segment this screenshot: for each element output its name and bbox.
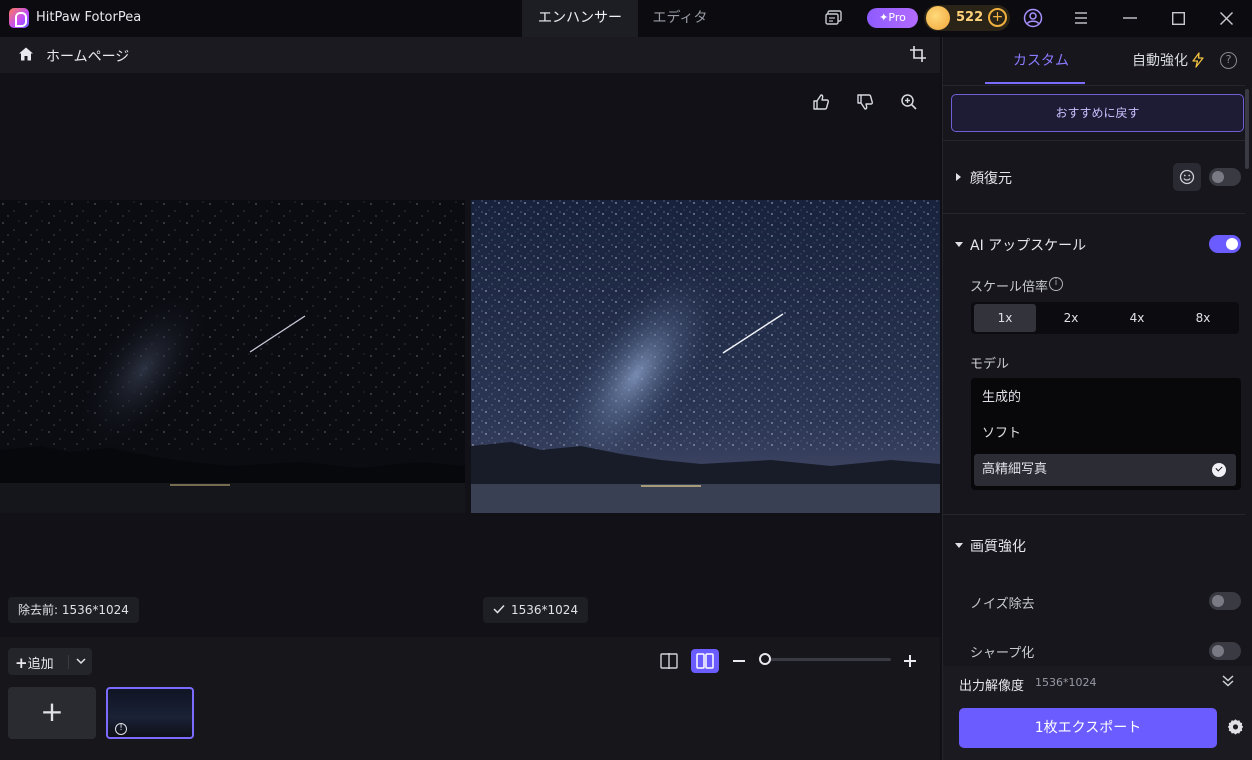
sharpen-toggle[interactable] — [1209, 642, 1241, 660]
scale-label: スケール倍率 — [970, 280, 1049, 295]
collapse-caret-icon[interactable] — [955, 242, 963, 247]
add-coins-icon[interactable]: + — [988, 8, 1007, 27]
model-option-soft[interactable]: ソフト — [974, 418, 1236, 450]
add-button-label: +追加 — [15, 653, 54, 672]
side-by-side-icon[interactable] — [691, 649, 719, 673]
tab-auto-enhance-label: 自動強化 — [1132, 53, 1188, 69]
scale-selector: 1x 2x 4x 8x — [971, 302, 1239, 334]
coin-icon — [926, 6, 950, 30]
model-option-hd-photo-label: 高精細写真 — [982, 462, 1048, 477]
export-button[interactable]: 1枚エクスポート — [959, 708, 1217, 748]
model-label: モデル — [970, 357, 1010, 372]
close-icon[interactable] — [1216, 8, 1236, 28]
menu-icon[interactable] — [1071, 8, 1091, 28]
split-view-icon[interactable] — [655, 649, 683, 673]
bottom-bar: +追加 + ! — [0, 637, 940, 760]
scale-option-8x[interactable]: 8x — [1172, 304, 1234, 332]
noise-label: ノイズ除去 — [970, 597, 1035, 612]
ai-upscale-title[interactable]: AI アップスケール — [970, 235, 1086, 255]
tab-auto-enhance[interactable]: 自動強化 — [1132, 37, 1205, 85]
zoom-slider-track[interactable] — [765, 658, 891, 661]
section-divider — [943, 514, 1245, 515]
section-divider — [943, 140, 1245, 141]
help-icon[interactable]: ? — [1220, 52, 1237, 69]
check-icon — [1212, 463, 1226, 477]
after-image — [471, 200, 940, 513]
maximize-icon[interactable] — [1168, 8, 1188, 28]
preview-canvas: 除去前: 1536*1024 1536*1024 — [0, 73, 940, 637]
lightning-icon — [1192, 52, 1204, 68]
scale-option-2x[interactable]: 2x — [1040, 304, 1102, 332]
warning-icon: ! — [115, 723, 127, 735]
add-separator — [68, 655, 69, 669]
zoom-in-icon[interactable] — [900, 93, 920, 113]
tab-divider — [943, 85, 1245, 86]
ai-upscale-toggle[interactable] — [1209, 235, 1241, 253]
scale-option-1x[interactable]: 1x — [974, 304, 1036, 332]
home-icon[interactable] — [18, 46, 34, 66]
settings-icon[interactable] — [1227, 718, 1244, 739]
double-chevron-icon[interactable] — [1221, 674, 1235, 692]
nav-toolbar: ホームページ — [0, 37, 940, 73]
before-image — [0, 200, 465, 513]
zoom-slider-handle[interactable] — [759, 653, 771, 665]
home-link[interactable]: ホームページ — [46, 46, 129, 66]
face-icon[interactable] — [1173, 163, 1201, 191]
settings-panel: カスタム 自動強化 ? おすすめに戻す 顔復元 AI アップスケール スケール倍… — [942, 37, 1252, 760]
add-label-text: 追加 — [27, 657, 54, 672]
zoom-in-plus-icon[interactable] — [896, 649, 924, 673]
output-resolution-label: 出力解像度 — [959, 679, 1025, 694]
feedback-icon[interactable] — [824, 8, 844, 28]
reset-recommended-button[interactable]: おすすめに戻す — [951, 94, 1244, 132]
coin-count: 522 — [956, 10, 984, 25]
output-resolution-value: 1536*1024 — [1035, 676, 1097, 689]
face-restore-toggle[interactable] — [1209, 168, 1241, 186]
thumbs-down-icon[interactable] — [856, 93, 876, 113]
plus-icon: + — [15, 654, 28, 672]
add-image-tile[interactable]: + — [8, 687, 96, 739]
info-icon[interactable]: i — [1049, 277, 1063, 291]
image-thumbnail[interactable]: ! — [106, 687, 194, 739]
minimize-icon[interactable] — [1120, 8, 1140, 28]
chevron-down-icon[interactable] — [72, 651, 90, 675]
model-option-generative[interactable]: 生成的 — [974, 382, 1236, 414]
pro-badge[interactable]: ✦Pro — [867, 8, 918, 28]
sharpen-label: シャープ化 — [970, 646, 1035, 661]
tab-enhancer[interactable]: エンハンサー — [522, 0, 638, 37]
tab-custom[interactable]: カスタム — [1013, 37, 1069, 85]
expand-caret-icon[interactable] — [956, 173, 961, 181]
face-restore-title[interactable]: 顔復元 — [970, 168, 1012, 188]
section-divider — [943, 213, 1245, 214]
coin-balance[interactable]: 522 + — [924, 5, 1010, 31]
after-resolution-text: 1536*1024 — [511, 603, 579, 617]
before-resolution-label: 除去前: 1536*1024 — [8, 597, 139, 623]
zoom-out-icon[interactable] — [725, 649, 753, 673]
app-name: HitPaw FotorPea — [36, 10, 142, 25]
active-tab-indicator — [985, 82, 1085, 84]
check-icon — [493, 604, 505, 614]
model-option-hd-photo[interactable]: 高精細写真 — [974, 454, 1236, 486]
tab-editor[interactable]: エディタ — [638, 0, 722, 37]
export-footer: 出力解像度 1536*1024 1枚エクスポート — [943, 666, 1252, 760]
panel-scrollbar[interactable] — [1245, 89, 1249, 169]
add-button[interactable]: +追加 — [8, 648, 92, 675]
before-resolution-text: 除去前: 1536*1024 — [18, 603, 129, 617]
thumbs-up-icon[interactable] — [812, 93, 832, 113]
quality-title[interactable]: 画質強化 — [970, 536, 1026, 556]
account-icon[interactable] — [1023, 8, 1043, 28]
model-list: 生成的 ソフト 高精細写真 — [971, 378, 1241, 490]
collapse-caret-icon[interactable] — [955, 543, 963, 548]
app-logo-icon — [9, 8, 29, 28]
after-resolution-label: 1536*1024 — [483, 597, 589, 623]
noise-toggle[interactable] — [1209, 592, 1241, 610]
title-bar: HitPaw FotorPea エンハンサー エディタ ✦Pro 522 + — [0, 0, 1252, 37]
plus-icon: + — [40, 695, 64, 728]
crop-icon[interactable] — [909, 45, 927, 67]
scale-option-4x[interactable]: 4x — [1106, 304, 1168, 332]
